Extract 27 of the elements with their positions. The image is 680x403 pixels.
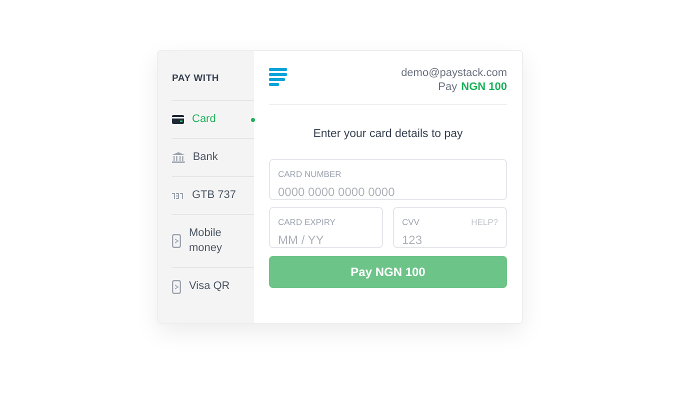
logo-icon <box>269 68 287 86</box>
field-label: CARD NUMBER <box>278 168 342 181</box>
phone-icon <box>172 234 181 248</box>
phone-icon <box>172 280 181 294</box>
pay-button[interactable]: Pay NGN 100 <box>269 256 507 288</box>
method-label: Visa QR <box>189 279 231 294</box>
help-link[interactable]: HELP? <box>471 216 498 229</box>
form-heading: Enter your card details to pay <box>312 127 464 142</box>
text-input[interactable]: MM / YY <box>278 233 374 248</box>
sidebar-title: PAY WITH <box>172 72 220 86</box>
field-label: CARD EXPIRY <box>278 216 336 229</box>
card-icon <box>172 115 184 124</box>
text-input[interactable]: 123 <box>402 233 498 248</box>
method-label: GTB 737 <box>192 188 238 204</box>
input-field[interactable]: CVV HELP? 123 <box>393 207 507 248</box>
field-label: CVV <box>402 216 420 229</box>
input-field[interactable]: CARD EXPIRY MM / YY <box>269 207 383 248</box>
method-label: Mobile money <box>189 226 224 256</box>
customer-email: demo@paystack.com <box>401 66 507 80</box>
keypad-icon <box>172 192 184 199</box>
method-label: Card <box>192 112 217 128</box>
pay-label: Pay <box>438 80 458 94</box>
text-input[interactable]: 0000 0000 0000 0000 <box>278 185 498 200</box>
input-field[interactable]: CARD NUMBER 0000 0000 0000 0000 <box>269 159 507 200</box>
method-label: Bank <box>192 150 219 166</box>
bank-icon <box>172 152 185 164</box>
pay-amount: NGN 100 <box>461 80 507 94</box>
